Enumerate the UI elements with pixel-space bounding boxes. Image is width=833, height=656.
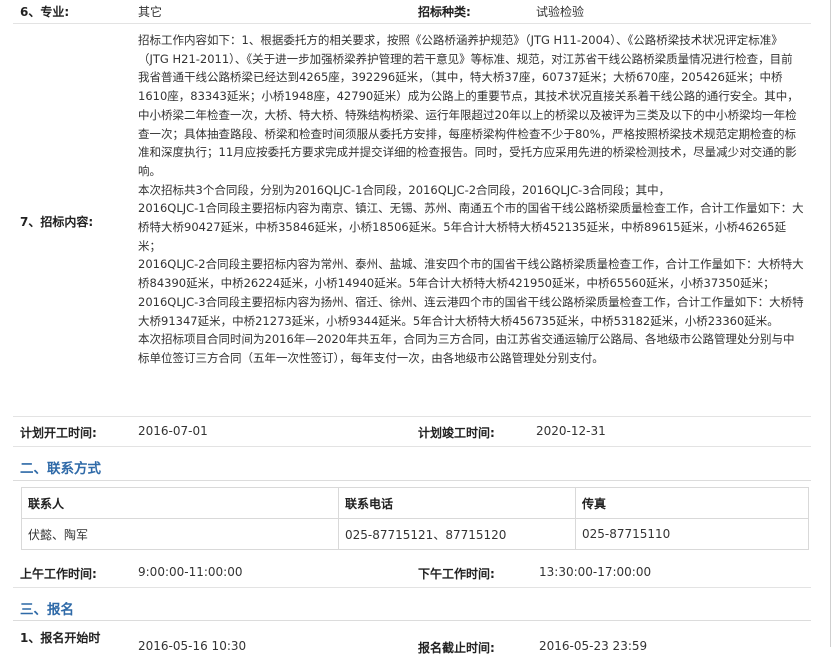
signup-end-label: 报名截止时间:	[418, 641, 495, 655]
bid-content-label: 7、招标内容:	[20, 215, 94, 229]
row-specialty: 6、专业: 其它 招标种类: 试验检验	[13, 0, 811, 24]
signup-section-title: 三、报名	[20, 602, 74, 618]
contact-fax: 025-87715110	[575, 518, 809, 550]
bid-type-label: 招标种类:	[418, 5, 471, 19]
planned-end-label: 计划竣工时间:	[418, 426, 495, 440]
contact-header-person: 联系人	[21, 487, 339, 519]
bid-content-paragraph: 本次招标项目合同时间为2016年—2020年共五年，合同为三方合同，由江苏省交通…	[138, 332, 795, 365]
contact-section-title: 二、联系方式	[20, 461, 101, 477]
contact-phone: 025-87715121、87715120	[338, 518, 576, 550]
pm-hours-value: 13:30:00-17:00:00	[539, 565, 652, 579]
contact-person: 伏懿、陶军	[21, 518, 339, 550]
bid-content-paragraph: 2016QLJC-1合同段主要招标内容为南京、镇江、无锡、苏州、南通五个市的国省…	[138, 201, 804, 253]
bid-content-paragraph: 2016QLJC-2合同段主要招标内容为常州、泰州、盐城、淮安四个市的国省干线公…	[138, 257, 804, 291]
am-hours-label: 上午工作时间:	[20, 567, 97, 581]
signup-start-value: 2016-05-16 10:30	[138, 639, 247, 653]
contact-table-header: 联系人 联系电话 传真	[21, 487, 809, 519]
bid-content-paragraph: 2016QLJC-3合同段主要招标内容为扬州、宿迁、徐州、连云港四个市的国省干线…	[138, 294, 804, 328]
planned-end-value: 2020-12-31	[536, 424, 606, 438]
bid-content-text: 招标工作内容如下：1、根据委托方的相关要求，按照《公路桥涵养护规范》（JTG H…	[138, 31, 804, 368]
contact-table: 联系人 联系电话 传真 伏懿、陶军 025-87715121、87715120 …	[21, 487, 809, 550]
bid-type-value: 试验检验	[536, 5, 585, 19]
contact-header-phone: 联系电话	[338, 487, 576, 519]
planned-start-label: 计划开工时间:	[20, 426, 97, 440]
pm-hours-label: 下午工作时间:	[418, 567, 495, 581]
am-hours-value: 9:00:00-11:00:00	[138, 565, 243, 579]
contact-header-fax: 传真	[575, 487, 809, 519]
signup-end-value: 2016-05-23 23:59	[539, 639, 648, 653]
specialty-label: 6、专业:	[20, 5, 70, 19]
page-frame: 6、专业: 其它 招标种类: 试验检验 7、招标内容: 招标工作内容如下：1、根…	[0, 0, 831, 655]
bid-content-paragraph: 招标工作内容如下：1、根据委托方的相关要求，按照《公路桥涵养护规范》（JTG H…	[138, 33, 799, 178]
table-row: 伏懿、陶军 025-87715121、87715120 025-87715110	[21, 518, 809, 550]
row-schedule: 计划开工时间: 2016-07-01 计划竣工时间: 2020-12-31	[13, 417, 811, 447]
row-working-hours: 上午工作时间: 9:00:00-11:00:00 下午工作时间: 13:30:0…	[13, 558, 811, 588]
specialty-value: 其它	[138, 5, 163, 19]
contact-section-divider	[13, 480, 811, 481]
planned-start-value: 2016-07-01	[138, 424, 208, 438]
signup-start-label: 1、报名开始时	[20, 631, 101, 645]
bid-content-paragraph: 本次招标共3个合同段，分别为2016QLJC-1合同段，2016QLJC-2合同…	[138, 182, 671, 197]
